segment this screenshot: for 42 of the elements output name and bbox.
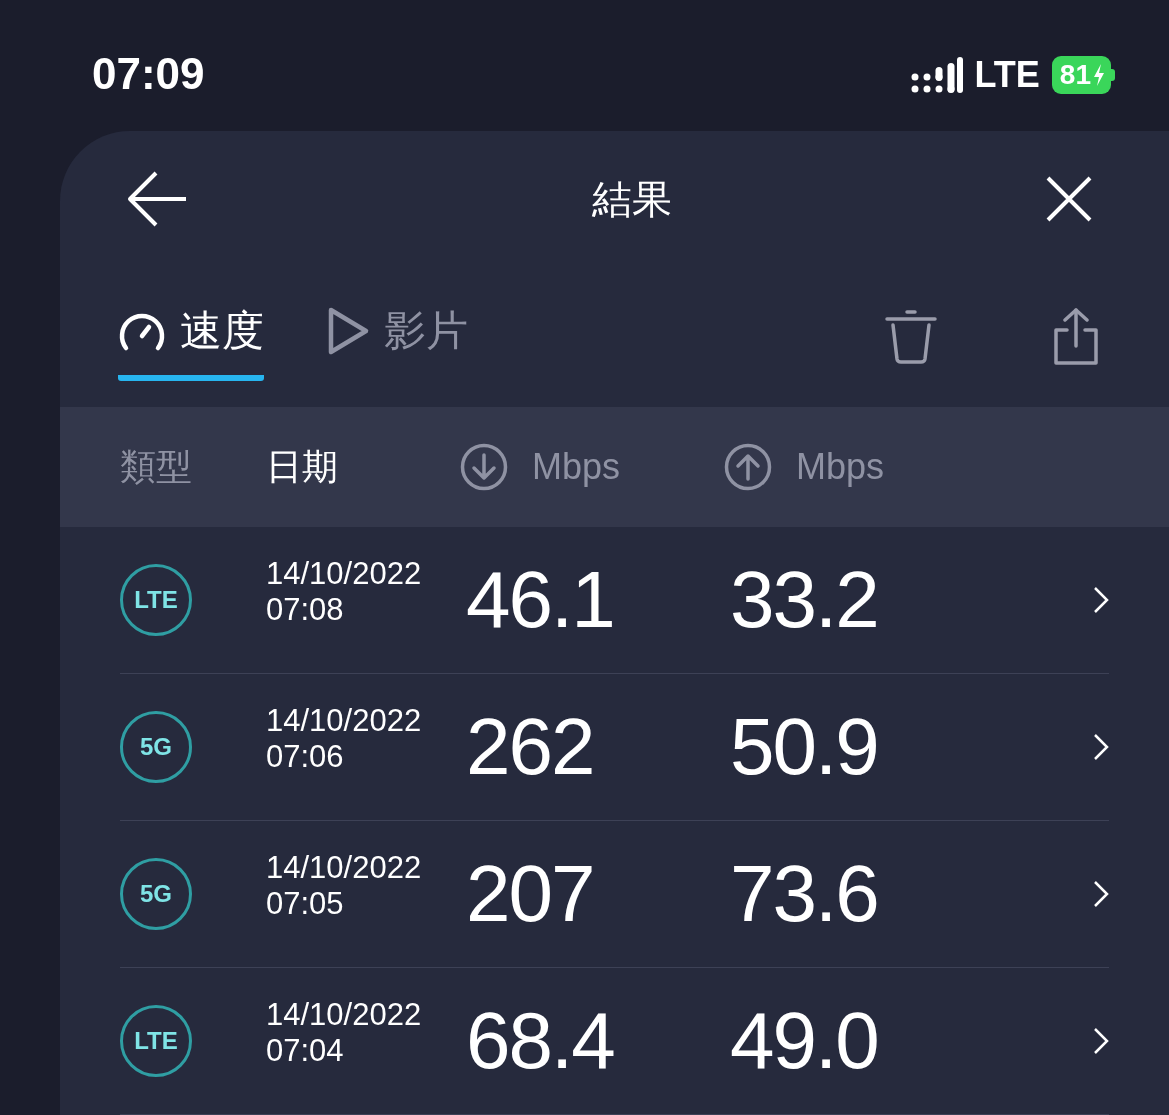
test-date: 14/10/2022 xyxy=(266,850,422,886)
delete-button[interactable] xyxy=(885,309,937,365)
chevron-icon[interactable] xyxy=(1093,733,1109,761)
tab[interactable]: 速度 xyxy=(118,293,264,381)
screen-title: 結果 xyxy=(591,175,672,223)
upload-speed: 50.9 xyxy=(730,701,878,793)
download-speed: 207 xyxy=(466,848,594,940)
back-button[interactable] xyxy=(126,170,188,228)
column-header[interactable]: 類型 xyxy=(120,442,192,492)
test-time: 07:05 xyxy=(266,886,344,922)
test-date: 14/10/2022 xyxy=(266,703,422,739)
download-icon xyxy=(460,443,508,491)
chevron-icon[interactable] xyxy=(1093,880,1109,908)
play-icon xyxy=(326,306,370,356)
network-type-badge: LTE xyxy=(120,1005,192,1077)
share-button[interactable] xyxy=(1053,308,1099,366)
upload-icon xyxy=(724,443,772,491)
upload-speed: 33.2 xyxy=(730,554,878,646)
column-header[interactable]: 日期 xyxy=(266,442,338,492)
tab[interactable]: 影片 xyxy=(326,293,468,381)
test-date: 14/10/2022 xyxy=(266,997,422,1033)
column-header[interactable]: Mbps xyxy=(724,443,885,491)
network-type-badge: 5G xyxy=(120,711,192,783)
download-speed: 46.1 xyxy=(466,554,614,646)
column-header[interactable]: Mbps xyxy=(460,443,621,491)
network-type-badge: 5G xyxy=(120,858,192,930)
test-time: 07:08 xyxy=(266,592,344,628)
network-type-badge: LTE xyxy=(120,564,192,636)
battery-indicator: 81 xyxy=(1051,56,1111,94)
chevron-icon[interactable] xyxy=(1093,1027,1109,1055)
chevron-icon[interactable] xyxy=(1093,586,1109,614)
close-button[interactable] xyxy=(1045,175,1093,223)
signal-icon xyxy=(910,57,963,93)
test-time: 07:06 xyxy=(266,739,344,775)
download-speed: 262 xyxy=(466,701,594,793)
upload-speed: 49.0 xyxy=(730,995,878,1087)
network-label: LTE xyxy=(974,54,1040,96)
test-date: 14/10/2022 xyxy=(266,556,422,592)
upload-speed: 73.6 xyxy=(730,848,878,940)
status-time: 07:09 xyxy=(92,50,205,98)
test-time: 07:04 xyxy=(266,1033,344,1069)
download-speed: 68.4 xyxy=(466,995,614,1087)
